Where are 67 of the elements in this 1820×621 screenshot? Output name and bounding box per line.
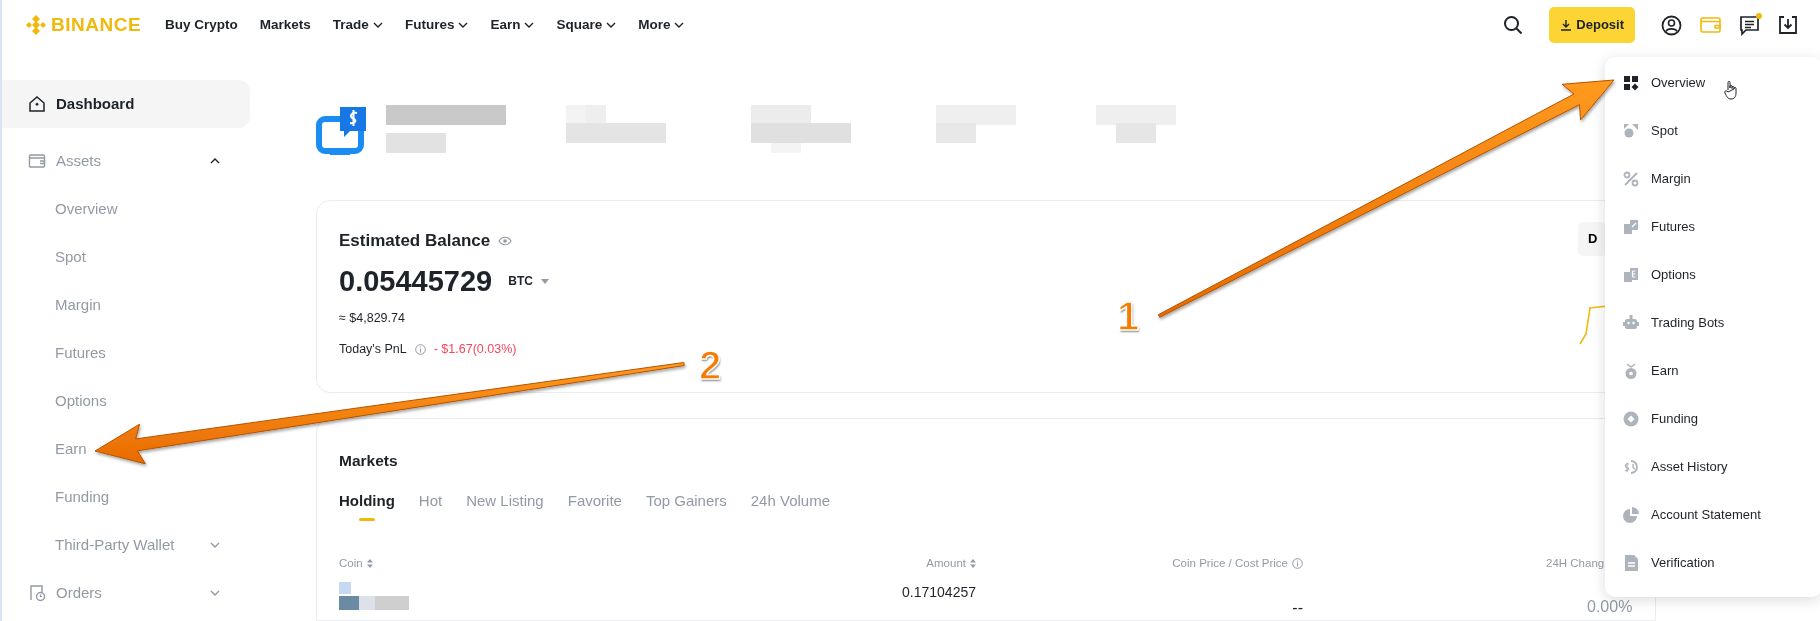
nav-link[interactable]: Markets bbox=[259, 14, 311, 36]
nav-link[interactable]: Earn bbox=[490, 14, 535, 36]
dropdown-item[interactable]: Asset History bbox=[1605, 443, 1820, 491]
download-icon bbox=[1778, 15, 1798, 35]
pnl-value: - $1.67(0.03%) bbox=[433, 340, 517, 358]
eye-icon bbox=[498, 235, 513, 246]
price-cell: -- bbox=[1292, 599, 1303, 616]
info-icon bbox=[1292, 557, 1303, 569]
column-header: Coin Price / Cost Price bbox=[1172, 555, 1288, 571]
nav-link[interactable]: Square bbox=[556, 14, 617, 36]
section-title: Markets bbox=[339, 451, 399, 471]
download-icon bbox=[1560, 19, 1573, 31]
dropdown-item[interactable]: Trading Bots bbox=[1605, 299, 1820, 347]
balance-amount: 0.05445729 bbox=[339, 263, 493, 299]
search-button[interactable] bbox=[1503, 15, 1524, 35]
dropdown-item[interactable]: Account Statement bbox=[1605, 491, 1820, 539]
logo-icon bbox=[25, 14, 47, 36]
wallet-icon bbox=[28, 152, 46, 170]
sidebar-item[interactable]: Dashboard bbox=[2, 80, 250, 128]
profile-button[interactable] bbox=[1661, 14, 1682, 36]
pixelated-text bbox=[339, 582, 409, 610]
market-tab[interactable]: Holding bbox=[339, 490, 395, 521]
chevron-down-icon bbox=[210, 590, 220, 596]
chevron-down-icon bbox=[674, 22, 685, 28]
nav-link[interactable]: Buy Crypto bbox=[165, 14, 238, 36]
chat-icon bbox=[1739, 14, 1760, 36]
chevron-down-icon bbox=[372, 22, 383, 28]
sort-icon bbox=[366, 558, 373, 568]
amount-cell: 0.17104257 bbox=[902, 584, 976, 600]
card-button[interactable]: D bbox=[1578, 222, 1608, 256]
home-icon bbox=[28, 95, 46, 113]
balance-title: Estimated Balance bbox=[339, 230, 491, 252]
chevron-down-icon bbox=[458, 22, 469, 28]
dropdown-item[interactable]: Margin bbox=[1605, 155, 1820, 203]
pnl-label: Today's PnL bbox=[339, 340, 407, 358]
messages-button[interactable] bbox=[1739, 14, 1760, 36]
currency-selector[interactable]: BTC bbox=[508, 272, 549, 291]
nav-link[interactable]: Futures bbox=[404, 14, 469, 36]
deposit-button[interactable]: Deposit bbox=[1549, 7, 1635, 43]
caret-down-icon bbox=[540, 278, 549, 284]
chevron-up-icon bbox=[210, 158, 220, 164]
info-icon bbox=[414, 343, 426, 355]
download-app-button[interactable] bbox=[1778, 15, 1798, 35]
dropdown-item[interactable]: Funding bbox=[1605, 395, 1820, 443]
chevron-down-icon bbox=[210, 542, 220, 548]
nav-link[interactable]: More bbox=[638, 14, 685, 36]
dropdown-item[interactable]: Options bbox=[1605, 251, 1820, 299]
column-header: Amount bbox=[926, 555, 966, 571]
chevron-down-icon bbox=[606, 22, 617, 28]
dropdown-item[interactable]: Futures bbox=[1605, 203, 1820, 251]
brand-name: BINANCE bbox=[51, 12, 142, 37]
fiat-value: ≈ $4,829.74 bbox=[339, 310, 406, 327]
dropdown-item[interactable]: Overview bbox=[1605, 59, 1820, 107]
wallet-icon bbox=[1700, 16, 1721, 34]
dropdown-item[interactable]: Earn bbox=[1605, 347, 1820, 395]
user-icon bbox=[1661, 14, 1682, 36]
change-cell: 0.00% bbox=[1587, 598, 1633, 615]
dropdown-item[interactable]: Verification bbox=[1605, 539, 1820, 587]
sort-icon bbox=[970, 558, 976, 568]
pointer-cursor-icon bbox=[1723, 80, 1740, 100]
column-header: 24H Chang bbox=[1546, 555, 1605, 571]
nav-link[interactable]: Trade bbox=[332, 14, 383, 36]
clock-document-icon bbox=[28, 584, 46, 602]
column-header: Coin bbox=[339, 555, 363, 571]
dropdown-item[interactable]: Spot bbox=[1605, 107, 1820, 155]
search-icon bbox=[1503, 15, 1524, 35]
chevron-down-icon bbox=[524, 22, 535, 28]
